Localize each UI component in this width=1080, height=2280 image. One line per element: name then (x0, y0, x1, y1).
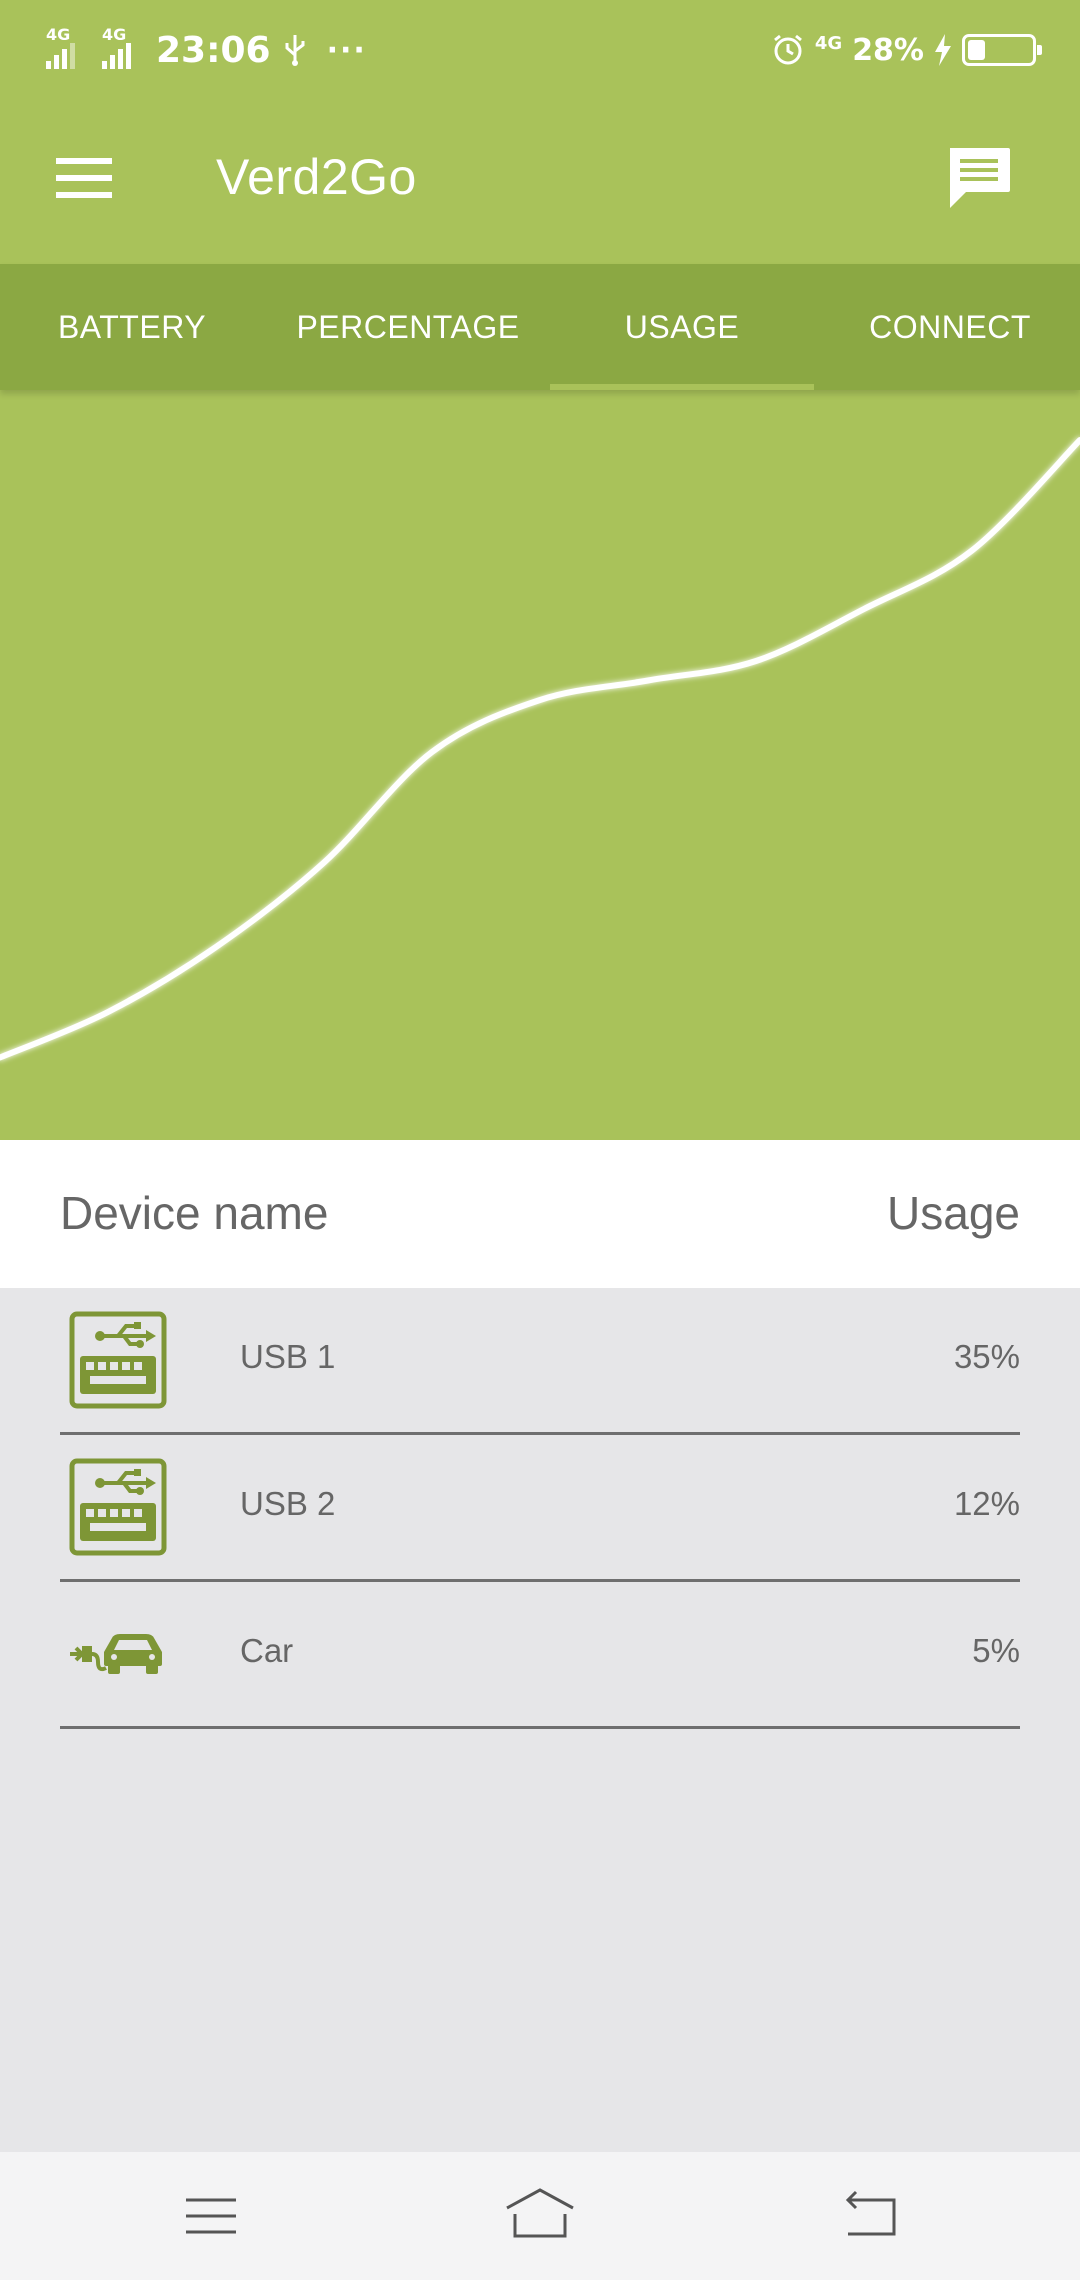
usb-keyboard-icon (69, 1311, 167, 1409)
electric-car-icon (70, 1634, 162, 1674)
battery-icon (962, 34, 1042, 66)
battery-percent: 28% (852, 32, 924, 68)
device-name: USB 2 (240, 1485, 336, 1522)
usage-chart-svg (0, 437, 1080, 1061)
column-header-usage: Usage (887, 1187, 1020, 1239)
status-right: 4G 28% (771, 24, 1042, 76)
device-table-header: Device name Usage (0, 1140, 1080, 1288)
device-row-usb-1[interactable]: USB 1 35% (60, 1288, 1020, 1435)
signal-strength-icon: 4G (44, 27, 90, 73)
device-usage-value: 35% (953, 1338, 1020, 1375)
chat-icon[interactable] (946, 146, 1012, 212)
battery-level-fill (968, 40, 985, 60)
selected-tab-indicator (550, 384, 814, 390)
usb-icon (285, 35, 305, 66)
nav-back-icon[interactable] (824, 2174, 914, 2258)
app-title: Verd2Go (216, 149, 417, 205)
column-header-device-name: Device name (60, 1187, 329, 1239)
status-left: 4G 4G 23:06 ··· (44, 24, 367, 76)
tab-percentage[interactable]: PERCENTAGE (284, 264, 532, 390)
device-name: Car (240, 1632, 294, 1669)
signal-network-label: 4G (46, 25, 71, 44)
nav-menu-icon[interactable] (166, 2174, 256, 2258)
status-time: 23:06 (156, 29, 271, 71)
nav-home-icon[interactable] (495, 2174, 585, 2258)
lightning-icon (935, 34, 951, 66)
hamburger-menu-icon[interactable] (56, 158, 112, 198)
more-notifications-icon: ··· (326, 32, 367, 68)
signal-network-label: 4G (102, 25, 127, 44)
tab-connect[interactable]: CONNECT (840, 264, 1060, 390)
device-list: USB 1 35% USB 2 12% Car 5% (0, 1288, 1080, 1729)
usage-chart (0, 390, 1080, 1140)
alarm-icon (773, 34, 802, 65)
tab-battery[interactable]: BATTERY (30, 264, 234, 390)
tab-usage[interactable]: USAGE (550, 264, 814, 390)
tab-bar: BATTERY PERCENTAGE USAGE CONNECT (0, 264, 1080, 390)
usage-series-line (0, 437, 1080, 1061)
usb-keyboard-icon (69, 1458, 167, 1556)
mobile-data-label: 4G (814, 32, 843, 54)
device-usage-value: 5% (972, 1632, 1020, 1669)
device-row-car[interactable]: Car 5% (60, 1582, 1020, 1729)
signal-strength-icon: 4G (100, 27, 146, 73)
device-row-usb-2[interactable]: USB 2 12% (60, 1435, 1020, 1582)
system-navigation-bar (0, 2152, 1080, 2280)
app-bar: Verd2Go (0, 100, 1080, 264)
device-name: USB 1 (240, 1338, 336, 1375)
status-bar: 4G 4G 23:06 ··· 4G 28% (0, 0, 1080, 100)
device-usage-value: 12% (953, 1485, 1020, 1522)
